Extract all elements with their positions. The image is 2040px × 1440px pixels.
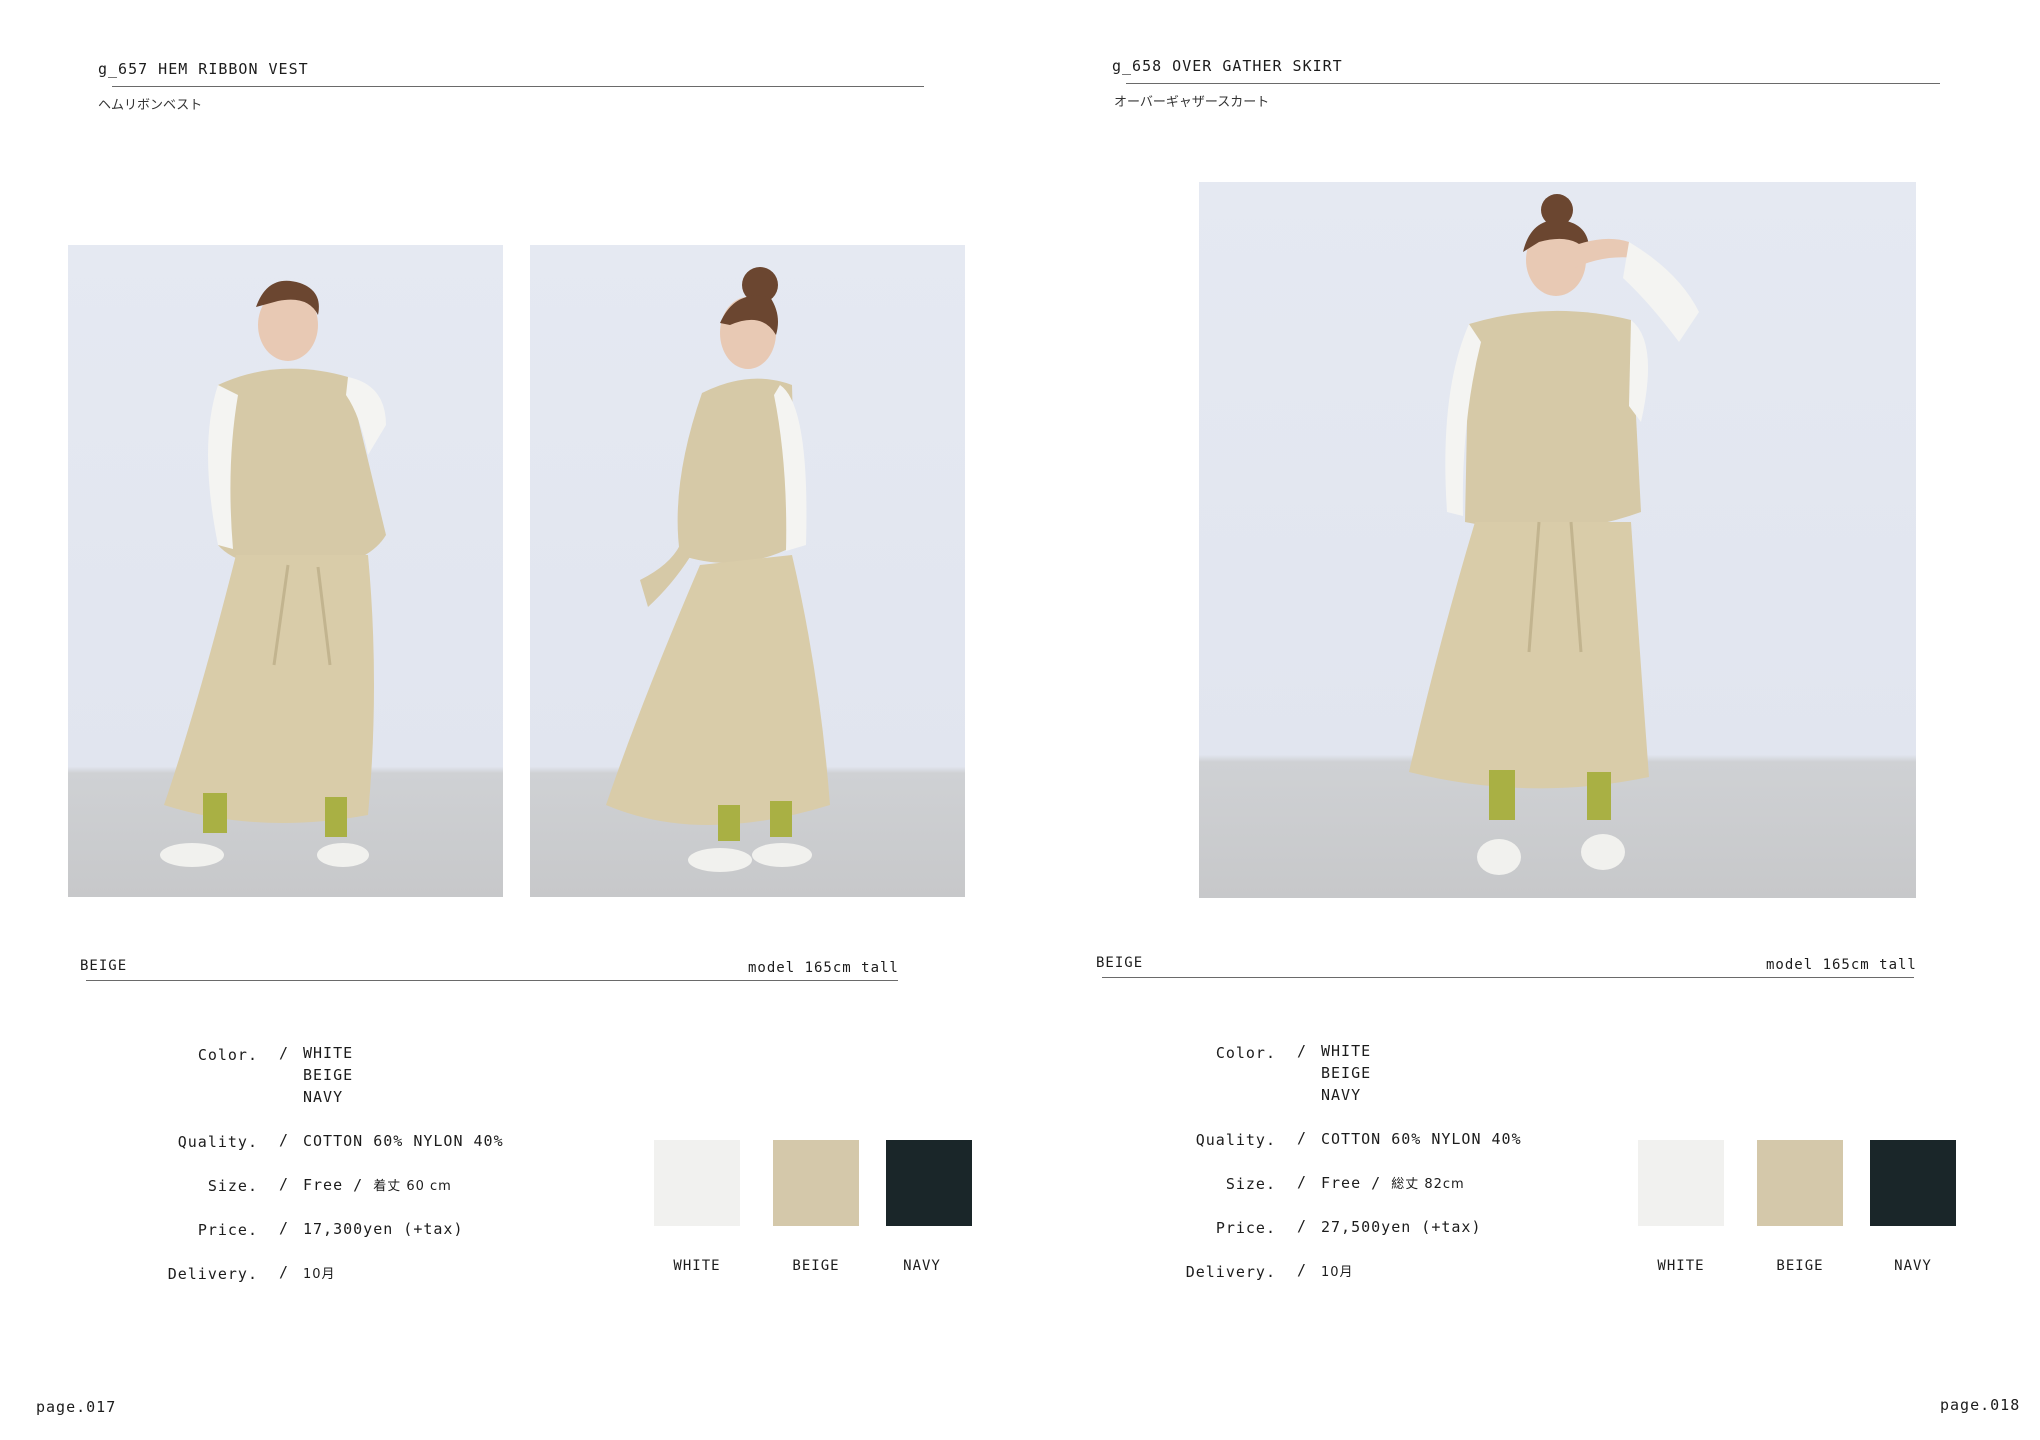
model-photo-front xyxy=(68,245,503,897)
swatch-beige-right xyxy=(1757,1140,1843,1226)
spec-color-value: NAVY xyxy=(303,1088,344,1106)
spec-size-key-right: Size. xyxy=(1225,1175,1276,1193)
product-jp-title-right: オーバーギャザースカート xyxy=(1114,95,1270,110)
spec-slash: / xyxy=(279,1044,289,1062)
color-label-left: BEIGE xyxy=(80,958,128,974)
spec-quality-right: COTTON 60% NYLON 40% xyxy=(1321,1130,1522,1148)
spec-price-right: 27,500yen (+tax) xyxy=(1321,1218,1482,1236)
model-figure-main xyxy=(1409,194,1699,875)
swatch-label-beige-right: BEIGE xyxy=(1776,1258,1824,1274)
model-figure-front xyxy=(160,280,386,867)
product-title-right: g_658 OVER GATHER SKIRT xyxy=(1112,57,1343,75)
spec-quality-key-left: Quality. xyxy=(177,1133,258,1151)
swatch-label-white-right: WHITE xyxy=(1657,1258,1705,1274)
spec-color-value: WHITE xyxy=(1321,1042,1372,1060)
model-photo-side xyxy=(530,245,965,897)
spec-quality-left: COTTON 60% NYLON 40% xyxy=(303,1132,504,1150)
swatch-label-navy-right: NAVY xyxy=(1894,1258,1932,1274)
swatch-label-beige-left: BEIGE xyxy=(792,1258,840,1274)
spec-slash: / xyxy=(1297,1217,1307,1235)
spec-slash: / xyxy=(279,1131,289,1149)
product-title-left: g_657 HEM RIBBON VEST xyxy=(98,60,309,78)
spec-slash: / xyxy=(1297,1129,1307,1147)
spec-size-key-left: Size. xyxy=(207,1177,258,1195)
page-number-right: page.018 xyxy=(1940,1396,2021,1414)
swatch-white-left xyxy=(654,1140,740,1226)
spec-size-value: Free xyxy=(1321,1174,1362,1192)
spec-slash: / xyxy=(279,1175,289,1193)
product-jp-title-left: ヘムリボンベスト xyxy=(98,98,203,113)
spec-size-value: Free xyxy=(303,1176,344,1194)
spec-slash: / xyxy=(1297,1261,1307,1279)
spec-color-value: WHITE xyxy=(303,1044,354,1062)
spec-delivery-right: 10月 xyxy=(1321,1260,1354,1284)
spec-color-key-right: Color. xyxy=(1215,1044,1276,1062)
spec-slash: / xyxy=(279,1219,289,1237)
title-rule-right xyxy=(1126,83,1940,84)
spec-delivery-left: 10月 xyxy=(303,1262,336,1286)
spec-colors-left: WHITE BEIGE NAVY xyxy=(303,1042,353,1108)
spec-color-value: NAVY xyxy=(1321,1086,1362,1104)
model-note-left: model 165cm tall xyxy=(748,960,899,976)
spec-price-left: 17,300yen (+tax) xyxy=(303,1220,464,1238)
spec-size-detail: 総丈 82cm xyxy=(1391,1177,1465,1192)
model-photo-main xyxy=(1199,182,1916,898)
spec-size-right: Free / 総丈 82cm xyxy=(1321,1174,1465,1192)
spec-slash: / xyxy=(1297,1042,1307,1060)
swatch-label-white-left: WHITE xyxy=(673,1258,721,1274)
spec-delivery-key-left: Delivery. xyxy=(167,1265,258,1283)
model-note-right: model 165cm tall xyxy=(1766,957,1917,973)
spec-price-key-right: Price. xyxy=(1215,1219,1276,1237)
spec-size-detail: 着丈 60 cm xyxy=(373,1179,452,1194)
spec-size-left: Free / 着丈 60 cm xyxy=(303,1176,452,1194)
swatch-white-right xyxy=(1638,1140,1724,1226)
spec-colors-right: WHITE BEIGE NAVY xyxy=(1321,1040,1371,1106)
caption-rule-left xyxy=(86,980,898,981)
title-rule-left xyxy=(112,86,924,87)
spec-delivery-key-right: Delivery. xyxy=(1185,1263,1276,1281)
swatch-navy-right xyxy=(1870,1140,1956,1226)
spec-quality-key-right: Quality. xyxy=(1195,1131,1276,1149)
swatch-navy-left xyxy=(886,1140,972,1226)
spec-color-value: BEIGE xyxy=(1321,1064,1372,1082)
spec-slash: / xyxy=(279,1263,289,1281)
spec-color-value: BEIGE xyxy=(303,1066,354,1084)
spec-price-key-left: Price. xyxy=(197,1221,258,1239)
caption-rule-right xyxy=(1102,977,1914,978)
swatch-beige-left xyxy=(773,1140,859,1226)
page-number-left: page.017 xyxy=(36,1398,117,1416)
spec-delivery-value: 10月 xyxy=(303,1267,336,1282)
model-figure-side xyxy=(606,267,830,872)
spec-slash: / xyxy=(1297,1173,1307,1191)
color-label-right: BEIGE xyxy=(1096,955,1144,971)
swatch-label-navy-left: NAVY xyxy=(903,1258,941,1274)
spec-color-key-left: Color. xyxy=(197,1046,258,1064)
spec-delivery-value: 10月 xyxy=(1321,1265,1354,1280)
